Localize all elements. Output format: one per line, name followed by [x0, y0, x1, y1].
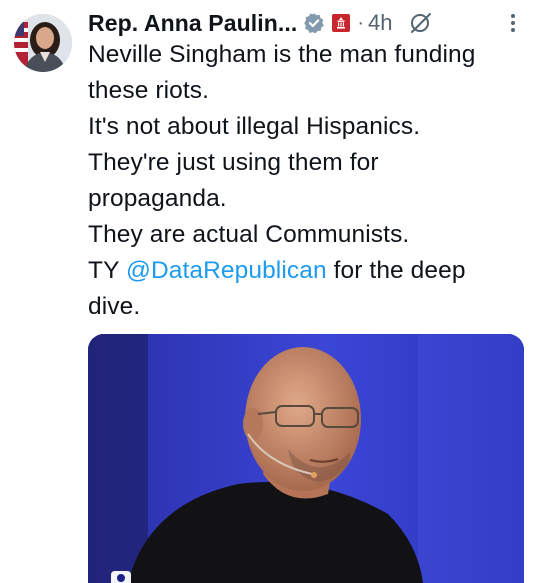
tweet-line: Neville Singham is the man funding — [88, 41, 476, 68]
tweet-line: propaganda. — [88, 185, 227, 212]
tweet[interactable]: Rep. Anna Paulin... · 4h Neville Singham… — [0, 0, 540, 583]
tweet-text: Neville Singham is the man funding these… — [88, 37, 528, 325]
tweet-line: They are actual Communists. — [88, 221, 410, 248]
mention-link[interactable]: @DataRepublican — [126, 257, 327, 284]
tweet-line: these riots. — [88, 77, 210, 104]
tweet-header: Rep. Anna Paulin... · 4h — [88, 6, 433, 40]
verified-badge-icon — [303, 12, 325, 34]
timestamp[interactable]: 4h — [368, 10, 392, 36]
avatar-image — [14, 14, 72, 72]
author-name[interactable]: Rep. Anna Paulin... — [88, 10, 297, 37]
tweet-media[interactable] — [88, 334, 524, 583]
tweet-line-mention: TY @DataRepublican for the deep — [88, 253, 528, 289]
tweet-line: It's not about illegal Hispanics. — [88, 113, 421, 140]
thanks-suffix: for the deep — [326, 257, 466, 284]
grok-icon[interactable] — [409, 11, 433, 35]
media-photo — [88, 334, 524, 583]
avatar[interactable] — [14, 14, 72, 72]
thanks-prefix: TY — [88, 257, 126, 284]
tweet-line: dive. — [88, 293, 141, 320]
government-badge-icon — [331, 13, 351, 33]
media-icon[interactable] — [108, 567, 134, 583]
more-options-icon[interactable] — [503, 12, 523, 34]
tweet-line: They're just using them for — [88, 149, 379, 176]
separator-dot: · — [357, 11, 365, 34]
